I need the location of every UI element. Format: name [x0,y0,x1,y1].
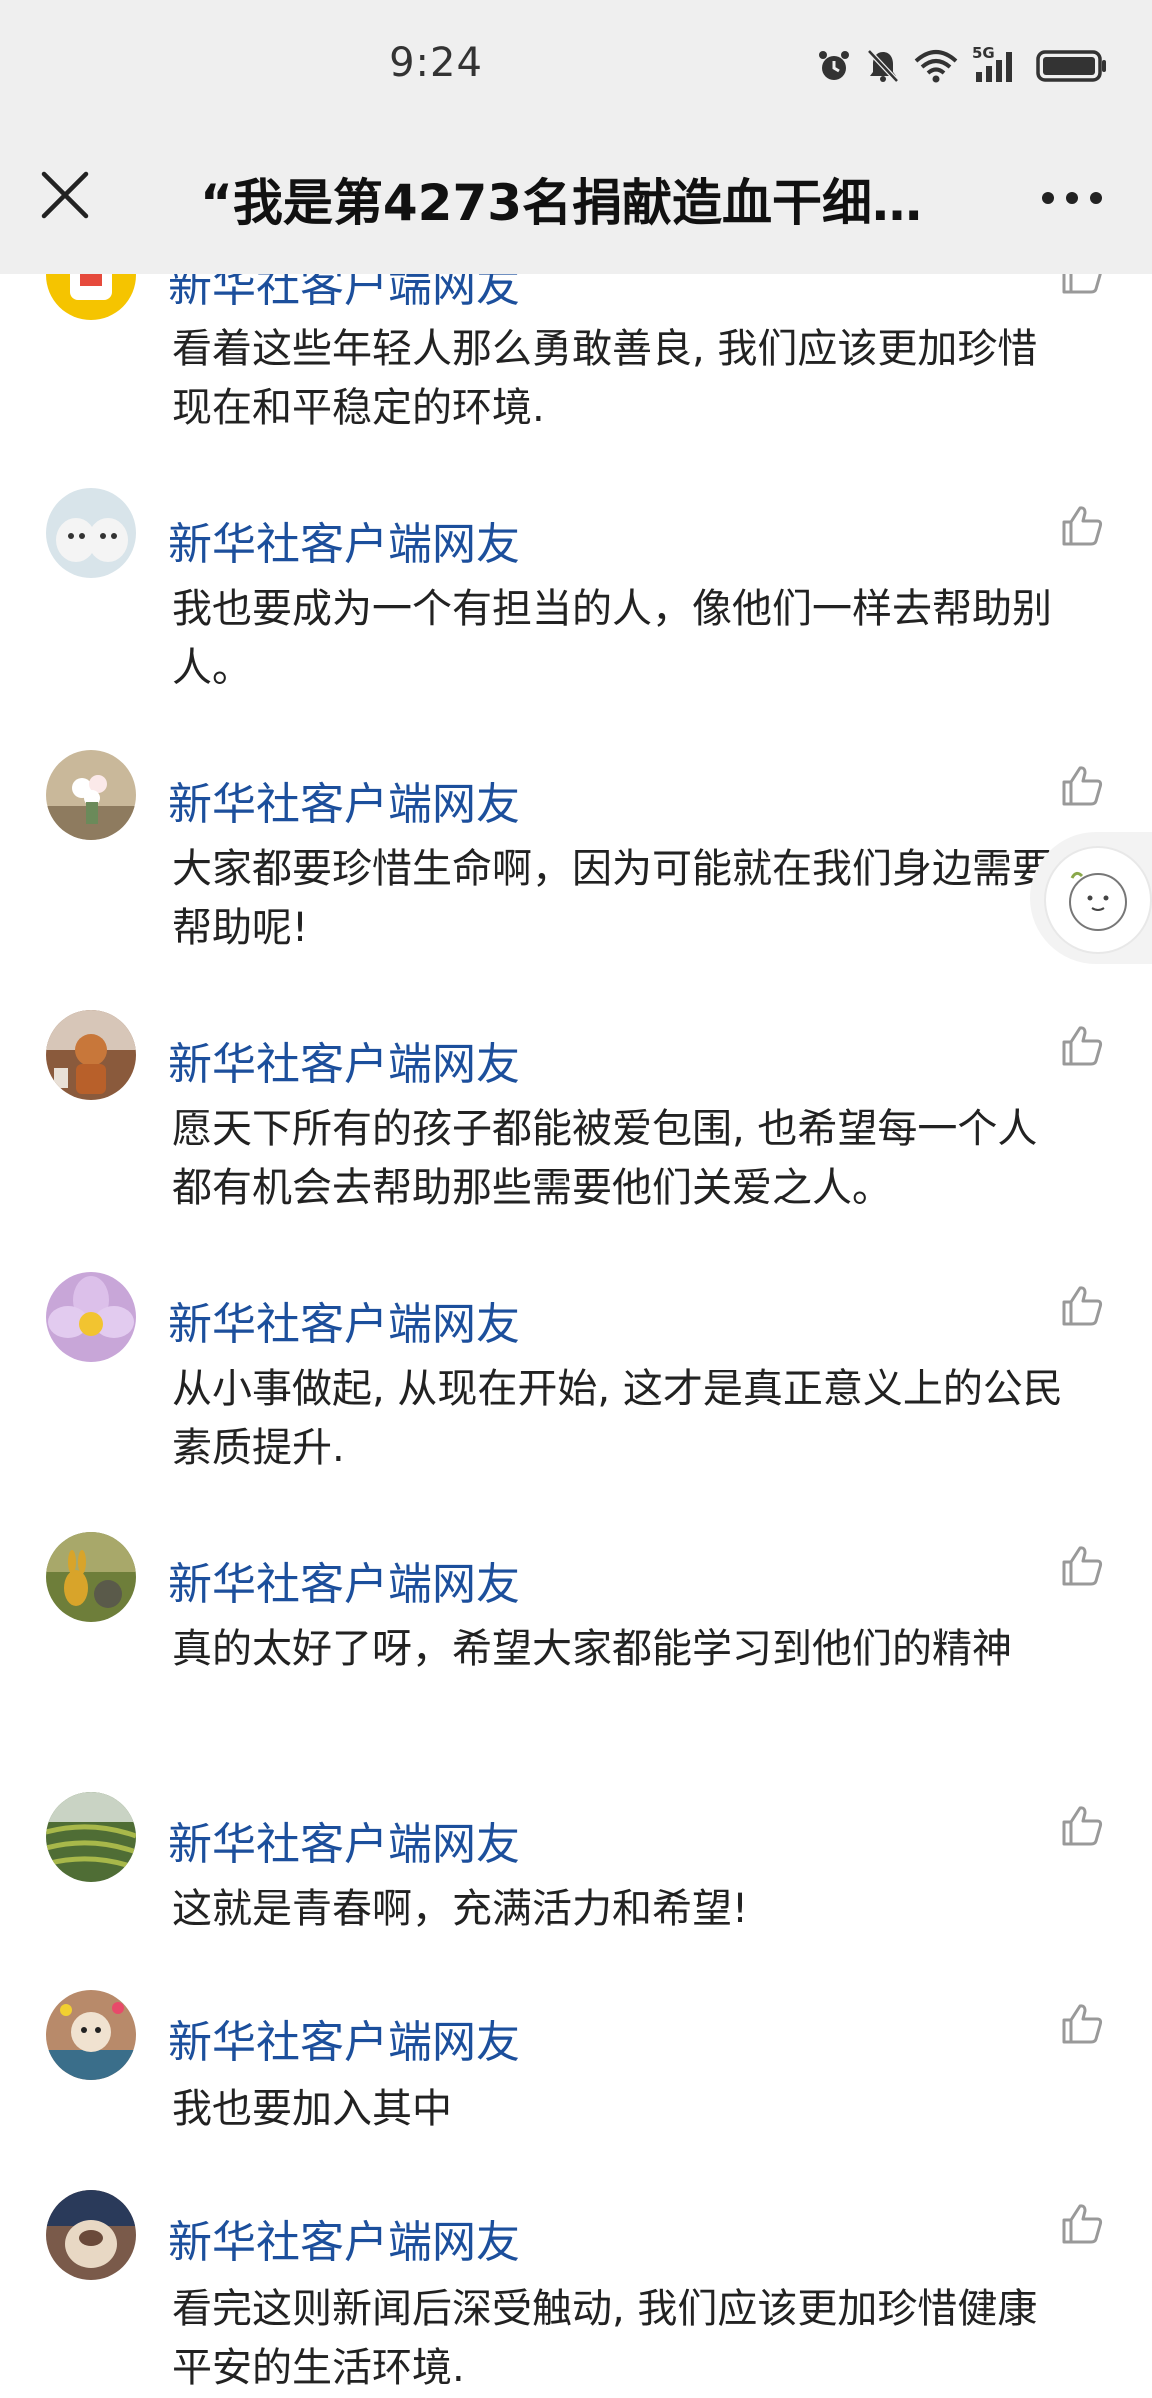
close-button[interactable] [30,160,100,230]
alarm-icon [819,51,849,80]
avatar [46,1272,136,1362]
battery-icon [1036,50,1106,82]
like-button[interactable] [1058,762,1106,810]
comment-text: 愿天下所有的孩子都能被爱包围, 也希望每一个人都有机会去帮助那些需要他们关爱之人… [172,1106,1038,1211]
avatar-image [46,750,136,840]
comment-text: 看完这则新闻后深受触动, 我们应该更加珍惜健康平安的生活环境. [172,2286,1038,2391]
avatar [46,1792,136,1882]
avatar-image [46,1010,136,1100]
like-button[interactable] [1058,1022,1106,1070]
thumbs-up-icon [1062,506,1103,546]
wifi-icon [914,50,958,83]
comment-text: 这就是青春啊，充满活力和希望! [172,1886,749,1932]
like-button[interactable] [1058,1282,1106,1330]
like-button[interactable] [1058,502,1106,550]
avatar-image [46,1532,136,1622]
comment-text: 我也要成为一个有担当的人，像他们一样去帮助别人。 [172,586,1052,691]
thumbs-up-icon [1062,766,1103,806]
avatar [46,2190,136,2280]
avatar-image [46,2190,136,2280]
thumbs-up-icon [1062,2004,1103,2044]
comment-list: 新华社客户端网友 看着这些年轻人那么勇敢善良, 我们应该更加珍惜现在和平稳定的环… [0,0,1152,2391]
close-icon [41,171,89,219]
comment-author[interactable]: 新华社客户端网友 [168,2006,520,2070]
page-title: “我是第4273名捐献造血干细… [200,174,923,232]
status-time: 9:24 [389,40,483,86]
comment-author[interactable]: 新华社客户端网友 [168,768,520,832]
cartoon-avatar-icon [1044,846,1152,954]
more-icon [1042,192,1102,204]
avatar [46,1010,136,1100]
comment-text: 从小事做起, 从现在开始, 这才是真正意义上的公民素质提升. [172,1366,1063,1471]
comment-author[interactable]: 新华社客户端网友 [168,2206,520,2270]
comment-author[interactable]: 新华社客户端网友 [168,1808,520,1872]
more-button[interactable] [1032,172,1112,224]
like-button[interactable] [1058,2000,1106,2048]
mute-icon [867,49,899,83]
avatar-image [46,488,136,578]
floating-widget[interactable] [1030,832,1152,964]
comment-author[interactable]: 新华社客户端网友 [168,1288,520,1352]
avatar-image [46,1272,136,1362]
comment-text: 我也要加入其中 [172,2086,452,2132]
like-button[interactable] [1058,1542,1106,1590]
comment-author[interactable]: 新华社客户端网友 [168,1548,520,1612]
avatar [46,488,136,578]
avatar-image [46,1990,136,2080]
like-button[interactable] [1058,2200,1106,2248]
thumbs-up-icon [1062,1026,1103,1066]
comment-text: 看着这些年轻人那么勇敢善良, 我们应该更加珍惜现在和平稳定的环境. [172,326,1038,431]
5g-signal-icon: 5G [972,44,1022,84]
thumbs-up-icon [1062,1546,1103,1586]
avatar-image [46,1792,136,1882]
thumbs-up-icon [1062,1286,1103,1326]
avatar [46,750,136,840]
comment-text: 大家都要珍惜生命啊，因为可能就在我们身边需要帮助呢! [172,846,1052,951]
thumbs-up-icon [1062,1806,1103,1846]
avatar [46,1532,136,1622]
status-icons: 5G [816,44,1108,88]
comment-author[interactable]: 新华社客户端网友 [168,1028,520,1092]
top-bar: 9:24 5G “我是第4273名捐献造血干细… [0,0,1152,274]
avatar [46,1990,136,2080]
like-button[interactable] [1058,1802,1106,1850]
thumbs-up-icon [1062,2204,1103,2244]
comment-text: 真的太好了呀，希望大家都能学习到他们的精神 [172,1626,1012,1672]
comment-author[interactable]: 新华社客户端网友 [168,508,520,572]
